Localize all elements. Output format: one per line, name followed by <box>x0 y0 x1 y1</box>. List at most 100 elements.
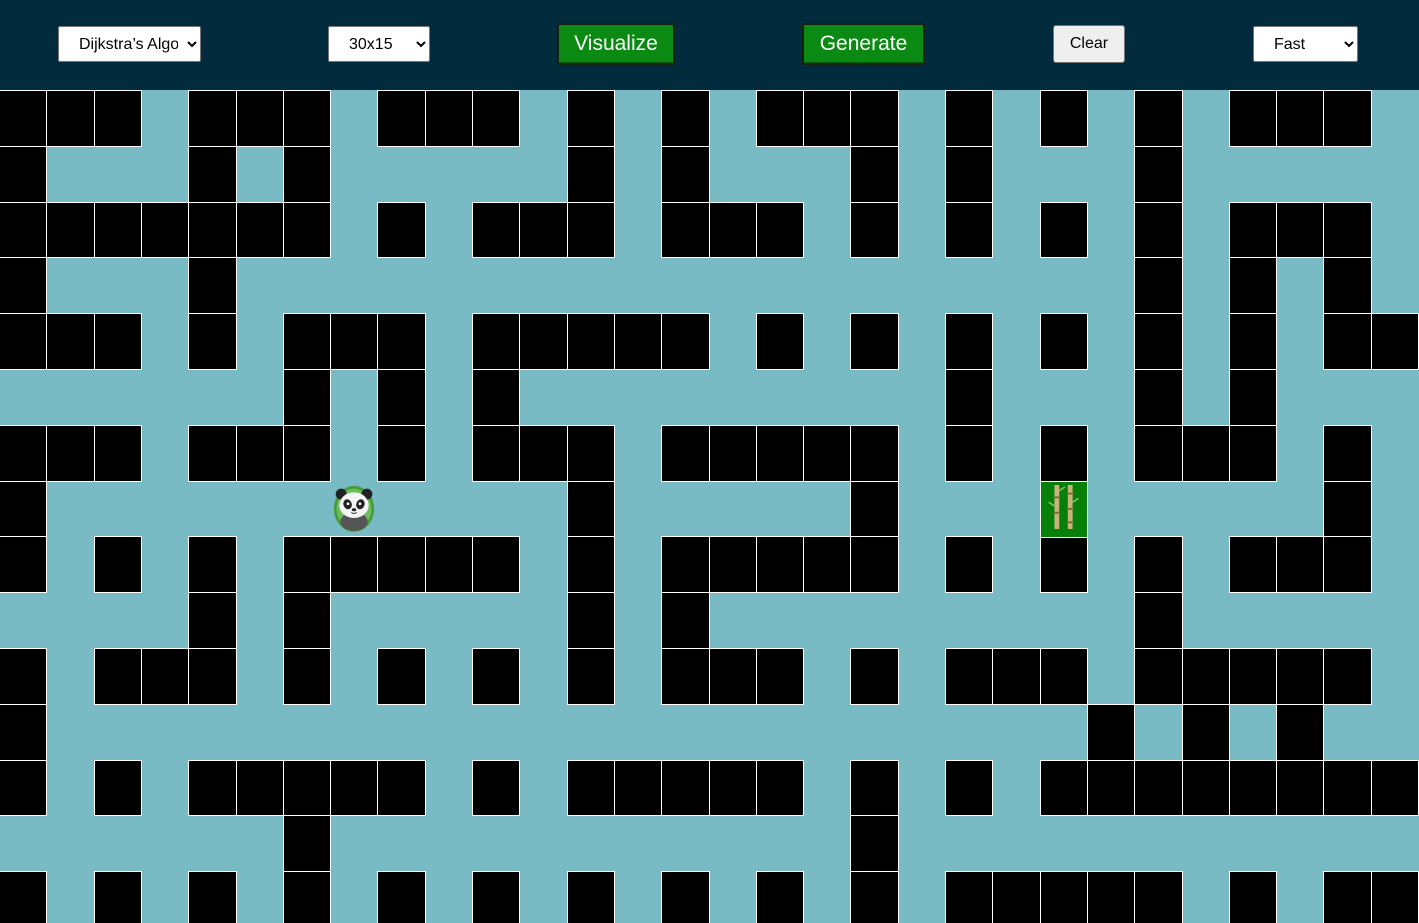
wall-cell[interactable] <box>756 760 804 816</box>
wall-cell[interactable] <box>377 648 426 705</box>
clear-button[interactable]: Clear <box>1053 25 1125 63</box>
wall-cell[interactable] <box>945 369 993 426</box>
wall-cell[interactable] <box>283 425 331 482</box>
wall-cell[interactable] <box>472 871 520 923</box>
wall-cell[interactable] <box>472 760 520 816</box>
wall-cell[interactable] <box>0 425 47 482</box>
wall-cell[interactable] <box>709 425 757 482</box>
wall-cell[interactable] <box>283 369 331 426</box>
wall-cell[interactable] <box>1040 871 1088 923</box>
wall-cell[interactable] <box>1040 202 1088 258</box>
wall-cell[interactable] <box>283 815 331 872</box>
wall-cell[interactable] <box>188 202 237 258</box>
wall-cell[interactable] <box>1182 704 1230 761</box>
wall-cell[interactable] <box>1229 369 1277 426</box>
wall-cell[interactable] <box>1229 90 1277 147</box>
wall-cell[interactable] <box>1323 202 1372 258</box>
wall-cell[interactable] <box>945 760 993 816</box>
wall-cell[interactable] <box>1134 146 1183 203</box>
wall-cell[interactable] <box>472 648 520 705</box>
wall-cell[interactable] <box>94 536 142 593</box>
wall-cell[interactable] <box>1134 313 1183 370</box>
wall-cell[interactable] <box>519 202 568 258</box>
wall-cell[interactable] <box>1323 90 1372 147</box>
wall-cell[interactable] <box>1087 760 1135 816</box>
wall-cell[interactable] <box>850 90 899 147</box>
wall-cell[interactable] <box>188 592 237 649</box>
wall-cell[interactable] <box>756 871 804 923</box>
wall-cell[interactable] <box>377 760 426 816</box>
wall-cell[interactable] <box>567 592 615 649</box>
target-node[interactable] <box>1040 481 1088 538</box>
wall-cell[interactable] <box>1276 704 1324 761</box>
wall-cell[interactable] <box>567 425 615 482</box>
wall-cell[interactable] <box>756 648 804 705</box>
wall-cell[interactable] <box>850 425 899 482</box>
wall-cell[interactable] <box>283 871 331 923</box>
wall-cell[interactable] <box>1087 871 1135 923</box>
wall-cell[interactable] <box>1134 257 1183 314</box>
wall-cell[interactable] <box>0 760 47 816</box>
wall-cell[interactable] <box>661 592 710 649</box>
wall-cell[interactable] <box>1182 648 1230 705</box>
wall-cell[interactable] <box>377 313 426 370</box>
visualize-button[interactable]: Visualize <box>557 23 675 65</box>
wall-cell[interactable] <box>188 425 237 482</box>
wall-cell[interactable] <box>1087 704 1135 761</box>
wall-cell[interactable] <box>850 760 899 816</box>
generate-button[interactable]: Generate <box>802 23 925 65</box>
wall-cell[interactable] <box>1229 760 1277 816</box>
wall-cell[interactable] <box>1134 648 1183 705</box>
start-node[interactable] <box>330 481 378 538</box>
wall-cell[interactable] <box>283 648 331 705</box>
wall-cell[interactable] <box>709 648 757 705</box>
wall-cell[interactable] <box>377 536 426 593</box>
wall-cell[interactable] <box>425 90 473 147</box>
wall-cell[interactable] <box>0 313 47 370</box>
wall-cell[interactable] <box>1229 202 1277 258</box>
wall-cell[interactable] <box>803 536 851 593</box>
wall-cell[interactable] <box>850 536 899 593</box>
wall-cell[interactable] <box>519 313 568 370</box>
wall-cell[interactable] <box>1134 871 1183 923</box>
wall-cell[interactable] <box>472 425 520 482</box>
wall-cell[interactable] <box>1040 536 1088 593</box>
wall-cell[interactable] <box>850 815 899 872</box>
wall-cell[interactable] <box>661 90 710 147</box>
wall-cell[interactable] <box>1323 871 1372 923</box>
wall-cell[interactable] <box>945 146 993 203</box>
wall-cell[interactable] <box>945 425 993 482</box>
wall-cell[interactable] <box>1371 313 1419 370</box>
wall-cell[interactable] <box>94 313 142 370</box>
wall-cell[interactable] <box>945 871 993 923</box>
wall-cell[interactable] <box>1040 760 1088 816</box>
wall-cell[interactable] <box>1229 536 1277 593</box>
wall-cell[interactable] <box>472 369 520 426</box>
wall-cell[interactable] <box>141 648 189 705</box>
wall-cell[interactable] <box>0 704 47 761</box>
wall-cell[interactable] <box>0 90 47 147</box>
wall-cell[interactable] <box>1323 257 1372 314</box>
wall-cell[interactable] <box>661 202 710 258</box>
wall-cell[interactable] <box>756 313 804 370</box>
wall-cell[interactable] <box>377 369 426 426</box>
wall-cell[interactable] <box>1182 760 1230 816</box>
wall-cell[interactable] <box>709 536 757 593</box>
wall-cell[interactable] <box>1276 760 1324 816</box>
wall-cell[interactable] <box>567 760 615 816</box>
wall-cell[interactable] <box>661 871 710 923</box>
wall-cell[interactable] <box>236 760 284 816</box>
wall-cell[interactable] <box>283 536 331 593</box>
wall-cell[interactable] <box>567 146 615 203</box>
wall-cell[interactable] <box>94 202 142 258</box>
wall-cell[interactable] <box>567 481 615 537</box>
wall-cell[interactable] <box>94 425 142 482</box>
wall-cell[interactable] <box>283 90 331 147</box>
wall-cell[interactable] <box>1323 648 1372 705</box>
wall-cell[interactable] <box>992 648 1041 705</box>
maze-grid[interactable] <box>0 90 1419 923</box>
wall-cell[interactable] <box>377 425 426 482</box>
wall-cell[interactable] <box>756 536 804 593</box>
wall-cell[interactable] <box>94 760 142 816</box>
wall-cell[interactable] <box>0 536 47 593</box>
